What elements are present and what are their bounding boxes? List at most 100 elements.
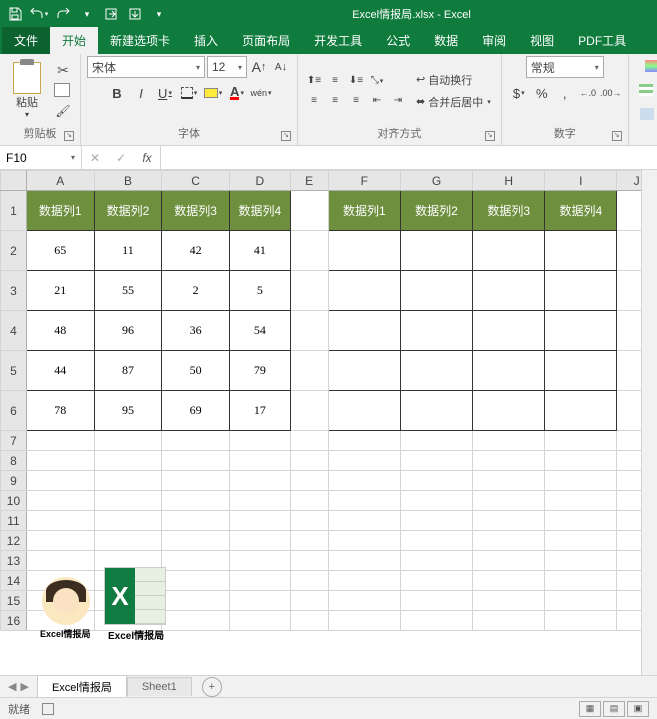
row-header[interactable]: 7 <box>1 431 27 451</box>
row-header[interactable]: 11 <box>1 511 27 531</box>
cell[interactable] <box>26 611 94 631</box>
font-color-button[interactable]: A▾ <box>226 82 248 104</box>
cell[interactable] <box>328 531 401 551</box>
cell[interactable] <box>290 591 328 611</box>
col-header[interactable]: A <box>26 171 94 191</box>
cell[interactable] <box>328 451 401 471</box>
cell[interactable]: 96 <box>94 311 162 351</box>
cell[interactable] <box>290 231 328 271</box>
cell[interactable] <box>94 471 162 491</box>
tab-review[interactable]: 审阅 <box>470 27 518 54</box>
italic-button[interactable]: I <box>130 82 152 104</box>
align-right-button[interactable]: ≡ <box>346 92 366 110</box>
cell[interactable] <box>229 471 290 491</box>
cell[interactable] <box>328 551 401 571</box>
clipboard-launcher[interactable]: ↘ <box>64 131 74 141</box>
cell[interactable] <box>472 231 545 271</box>
col-header[interactable]: H <box>472 171 545 191</box>
currency-button[interactable]: $▾ <box>508 82 530 104</box>
cell[interactable]: 5 <box>229 271 290 311</box>
cell[interactable] <box>94 451 162 471</box>
align-middle-button[interactable]: ≡ <box>325 72 345 90</box>
cell[interactable] <box>401 531 473 551</box>
cell[interactable] <box>229 451 290 471</box>
col-header[interactable]: D <box>229 171 290 191</box>
cell[interactable] <box>401 511 473 531</box>
cell[interactable] <box>94 591 162 611</box>
row-header[interactable]: 16 <box>1 611 27 631</box>
cell[interactable] <box>472 491 545 511</box>
cell[interactable] <box>545 471 617 491</box>
cell[interactable]: 数据列2 <box>94 191 162 231</box>
cell[interactable]: 17 <box>229 391 290 431</box>
border-button[interactable]: ▾ <box>178 82 200 104</box>
save-icon[interactable] <box>4 3 26 25</box>
cell[interactable] <box>26 431 94 451</box>
row-header[interactable]: 5 <box>1 351 27 391</box>
cell[interactable] <box>545 551 617 571</box>
cell[interactable]: 数据列1 <box>26 191 94 231</box>
cell[interactable] <box>401 451 473 471</box>
cell[interactable] <box>401 231 473 271</box>
sheet-tab-active[interactable]: Excel情报局 <box>37 675 127 698</box>
wrap-text-button[interactable]: ↩自动换行 <box>412 70 495 90</box>
cell[interactable] <box>162 491 230 511</box>
cell[interactable] <box>290 271 328 311</box>
cell[interactable] <box>472 311 545 351</box>
indent-dec-button[interactable]: ⇤ <box>367 92 387 110</box>
cell[interactable]: 44 <box>26 351 94 391</box>
cell[interactable] <box>290 451 328 471</box>
fx-button[interactable]: fx <box>134 146 160 169</box>
cancel-formula-button[interactable]: ✕ <box>82 146 108 169</box>
row-header[interactable]: 13 <box>1 551 27 571</box>
fill-color-button[interactable]: ▾ <box>202 82 224 104</box>
number-format-combo[interactable]: 常规▾ <box>526 56 604 78</box>
copy-button[interactable] <box>52 82 74 100</box>
cell[interactable] <box>472 551 545 571</box>
col-header[interactable]: B <box>94 171 162 191</box>
row-header[interactable]: 1 <box>1 191 27 231</box>
cell[interactable] <box>229 491 290 511</box>
cell[interactable]: 数据列1 <box>328 191 401 231</box>
cell[interactable]: 78 <box>26 391 94 431</box>
sheet-tab-1[interactable]: Sheet1 <box>127 677 192 696</box>
cell[interactable] <box>229 571 290 591</box>
cell[interactable] <box>328 351 401 391</box>
cell[interactable] <box>472 471 545 491</box>
align-top-button[interactable]: ⬆≡ <box>304 72 324 90</box>
row-header[interactable]: 9 <box>1 471 27 491</box>
view-normal-button[interactable]: ▦ <box>579 701 601 717</box>
align-bottom-button[interactable]: ⬇≡ <box>346 72 366 90</box>
table-format-button[interactable]: 套用表格格式 <box>635 80 657 100</box>
cell[interactable]: 54 <box>229 311 290 351</box>
cell[interactable] <box>290 311 328 351</box>
cell[interactable] <box>290 571 328 591</box>
comma-button[interactable]: , <box>554 82 576 104</box>
cell[interactable] <box>545 491 617 511</box>
cell[interactable] <box>545 231 617 271</box>
tab-file[interactable]: 文件 <box>2 27 50 54</box>
cell[interactable] <box>545 571 617 591</box>
tab-view[interactable]: 视图 <box>518 27 566 54</box>
cell[interactable]: 41 <box>229 231 290 271</box>
undo-icon[interactable]: ▾ <box>28 3 50 25</box>
cell[interactable] <box>472 591 545 611</box>
cell[interactable] <box>472 451 545 471</box>
row-header[interactable]: 6 <box>1 391 27 431</box>
cell[interactable] <box>162 611 230 631</box>
cell[interactable]: 数据列2 <box>401 191 473 231</box>
cell[interactable] <box>162 471 230 491</box>
macro-record-icon[interactable] <box>42 703 54 715</box>
cell[interactable]: 69 <box>162 391 230 431</box>
cell[interactable] <box>94 511 162 531</box>
font-name-combo[interactable]: 宋体▾ <box>87 56 205 78</box>
view-pagebreak-button[interactable]: ▣ <box>627 701 649 717</box>
cell[interactable] <box>401 551 473 571</box>
cell[interactable] <box>94 551 162 571</box>
align-center-button[interactable]: ≡ <box>325 92 345 110</box>
cell[interactable] <box>26 451 94 471</box>
cell[interactable]: 42 <box>162 231 230 271</box>
cell[interactable] <box>290 431 328 451</box>
tab-formula[interactable]: 公式 <box>374 27 422 54</box>
vertical-scrollbar[interactable] <box>641 170 657 675</box>
